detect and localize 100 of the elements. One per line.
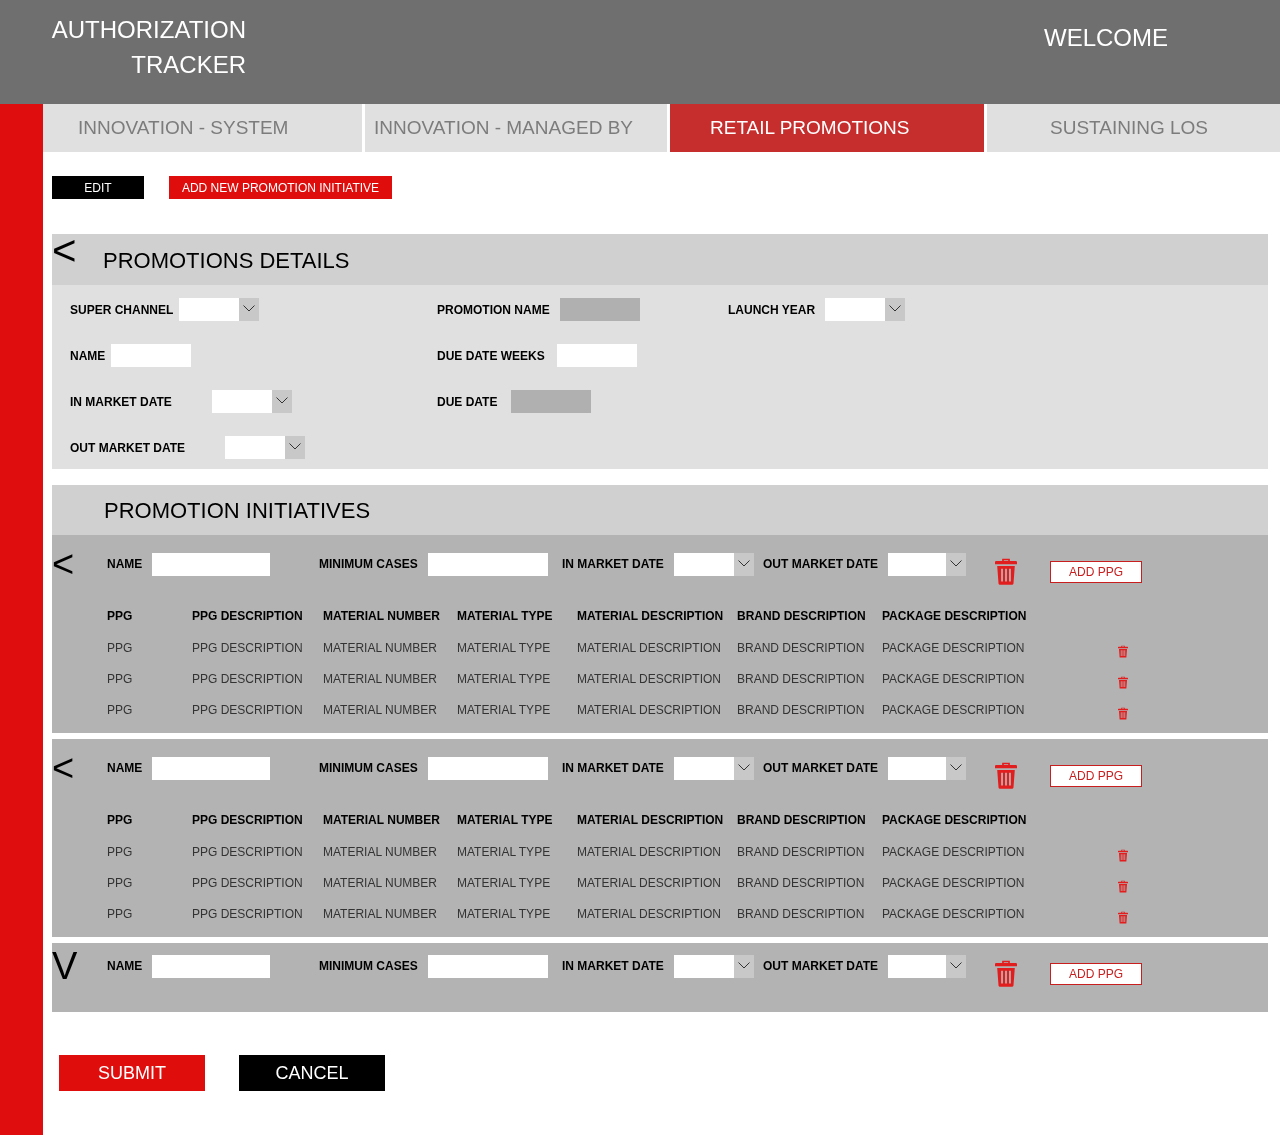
field-label: PROMOTION NAME xyxy=(437,301,550,319)
text-field[interactable] xyxy=(556,344,637,367)
table-cell-text: MATERIAL DESCRIPTION xyxy=(577,639,722,657)
column-header: PPG xyxy=(107,608,133,625)
text-field[interactable] xyxy=(427,954,548,978)
field-label: OUT MARKET DATE xyxy=(763,760,879,777)
table-cell-text: MATERIAL TYPE xyxy=(457,670,551,688)
column-header: BRAND DESCRIPTION xyxy=(737,608,866,625)
add-initiative-button[interactable]: ADD NEW PROMOTION INITIATIVE xyxy=(169,176,392,199)
table-cell-text: MATERIAL NUMBER xyxy=(323,905,437,923)
app-title: AUTHORIZATION TRACKER xyxy=(50,15,246,80)
table-cell-text: PPG DESCRIPTION xyxy=(192,874,303,892)
field-label: NAME xyxy=(107,958,143,975)
text-field[interactable] xyxy=(427,756,548,780)
trash-icon[interactable] xyxy=(1118,645,1128,658)
field-label: OUT MARKET DATE xyxy=(763,556,879,573)
column-header: PPG DESCRIPTION xyxy=(192,812,303,829)
text-field[interactable] xyxy=(152,552,271,576)
edit-button[interactable]: EDIT xyxy=(52,176,144,199)
table-cell-text: MATERIAL NUMBER xyxy=(323,843,437,861)
field-label: IN MARKET DATE xyxy=(562,760,664,777)
trash-icon[interactable] xyxy=(1118,880,1128,893)
table-cell-text: PPG DESCRIPTION xyxy=(192,843,303,861)
table-cell-text: MATERIAL NUMBER xyxy=(323,670,437,688)
table-cell-text: MATERIAL TYPE xyxy=(457,874,551,892)
dropdown-field[interactable] xyxy=(673,552,754,576)
table-cell-text: PPG xyxy=(107,701,133,719)
add-ppg-button[interactable]: ADD PPG xyxy=(1050,561,1142,583)
field-label: OUT MARKET DATE xyxy=(763,958,879,975)
table-cell-text: MATERIAL TYPE xyxy=(457,843,551,861)
section-title: PROMOTION INITIATIVES xyxy=(104,497,372,525)
field-label: MINIMUM CASES xyxy=(319,958,418,975)
field-label: NAME xyxy=(70,347,106,365)
field-label: IN MARKET DATE xyxy=(70,393,172,411)
table-cell-text: BRAND DESCRIPTION xyxy=(737,701,865,719)
trash-icon[interactable] xyxy=(995,762,1017,789)
table-cell-text: BRAND DESCRIPTION xyxy=(737,639,865,657)
welcome-text: WELCOME xyxy=(1044,23,1168,53)
text-field[interactable] xyxy=(152,756,271,780)
table-cell-text: BRAND DESCRIPTION xyxy=(737,843,865,861)
table-cell-text: MATERIAL DESCRIPTION xyxy=(577,874,722,892)
trash-icon[interactable] xyxy=(1118,676,1128,689)
collapse-toggle[interactable]: < xyxy=(52,549,75,579)
table-cell-text: PPG xyxy=(107,843,133,861)
table-cell-text: MATERIAL TYPE xyxy=(457,701,551,719)
chevron-down-icon xyxy=(737,763,750,771)
add-ppg-button[interactable]: ADD PPG xyxy=(1050,963,1142,985)
column-header: PACKAGE DESCRIPTION xyxy=(882,608,1027,625)
trash-icon[interactable] xyxy=(995,960,1017,987)
column-header: MATERIAL NUMBER xyxy=(323,608,440,625)
table-cell-text: MATERIAL DESCRIPTION xyxy=(577,701,722,719)
table-cell-text: PACKAGE DESCRIPTION xyxy=(882,701,1025,719)
table-cell-text: MATERIAL TYPE xyxy=(457,639,551,657)
submit-button[interactable]: SUBMIT xyxy=(59,1055,205,1091)
cancel-button[interactable]: CANCEL xyxy=(239,1055,385,1091)
dropdown-field[interactable] xyxy=(211,390,292,413)
trash-icon[interactable] xyxy=(1118,707,1128,720)
chevron-down-icon xyxy=(950,763,963,771)
collapse-toggle[interactable]: < xyxy=(52,753,75,783)
column-header: MATERIAL NUMBER xyxy=(323,812,440,829)
column-header: MATERIAL TYPE xyxy=(457,812,553,829)
table-cell-text: PPG xyxy=(107,639,133,657)
dropdown-field[interactable] xyxy=(673,756,754,780)
dropdown-field[interactable] xyxy=(825,298,906,321)
dropdown-field[interactable] xyxy=(888,954,967,978)
collapse-toggle[interactable]: < xyxy=(52,236,103,266)
table-cell-text: MATERIAL DESCRIPTION xyxy=(577,843,722,861)
trash-icon[interactable] xyxy=(1118,849,1128,862)
table-cell-text: PPG DESCRIPTION xyxy=(192,701,303,719)
table-cell-text: PPG DESCRIPTION xyxy=(192,905,303,923)
table-cell-text: PACKAGE DESCRIPTION xyxy=(882,874,1025,892)
dropdown-field[interactable] xyxy=(179,298,260,321)
field-label: IN MARKET DATE xyxy=(562,556,664,573)
text-field[interactable] xyxy=(111,344,192,367)
dropdown-field[interactable] xyxy=(673,954,754,978)
table-cell-text: PACKAGE DESCRIPTION xyxy=(882,670,1025,688)
table-cell-text: MATERIAL NUMBER xyxy=(323,701,437,719)
nav-tab[interactable]: RETAIL PROMOTIONS xyxy=(667,104,984,152)
table-cell-text: MATERIAL TYPE xyxy=(457,905,551,923)
field-label: DUE DATE xyxy=(437,393,498,411)
table-cell-text: PACKAGE DESCRIPTION xyxy=(882,843,1025,861)
field-label: DUE DATE WEEKS xyxy=(437,347,545,365)
table-cell-text: BRAND DESCRIPTION xyxy=(737,874,865,892)
chevron-down-icon xyxy=(737,559,750,567)
table-cell-text: MATERIAL NUMBER xyxy=(323,874,437,892)
field-label: NAME xyxy=(107,556,143,573)
dropdown-field[interactable] xyxy=(888,552,967,576)
dropdown-field[interactable] xyxy=(225,436,306,459)
trash-icon[interactable] xyxy=(995,558,1017,585)
column-header: MATERIAL TYPE xyxy=(457,608,553,625)
trash-icon[interactable] xyxy=(1118,911,1128,924)
column-header: PACKAGE DESCRIPTION xyxy=(882,812,1027,829)
chevron-down-icon xyxy=(889,305,902,312)
add-ppg-button[interactable]: ADD PPG xyxy=(1050,765,1142,787)
field-label: LAUNCH YEAR xyxy=(728,301,816,319)
text-field[interactable] xyxy=(152,954,271,978)
dropdown-field[interactable] xyxy=(888,756,967,780)
text-field[interactable] xyxy=(427,552,548,576)
field-label: OUT MARKET DATE xyxy=(70,439,186,457)
expand-toggle[interactable]: V xyxy=(52,951,78,981)
